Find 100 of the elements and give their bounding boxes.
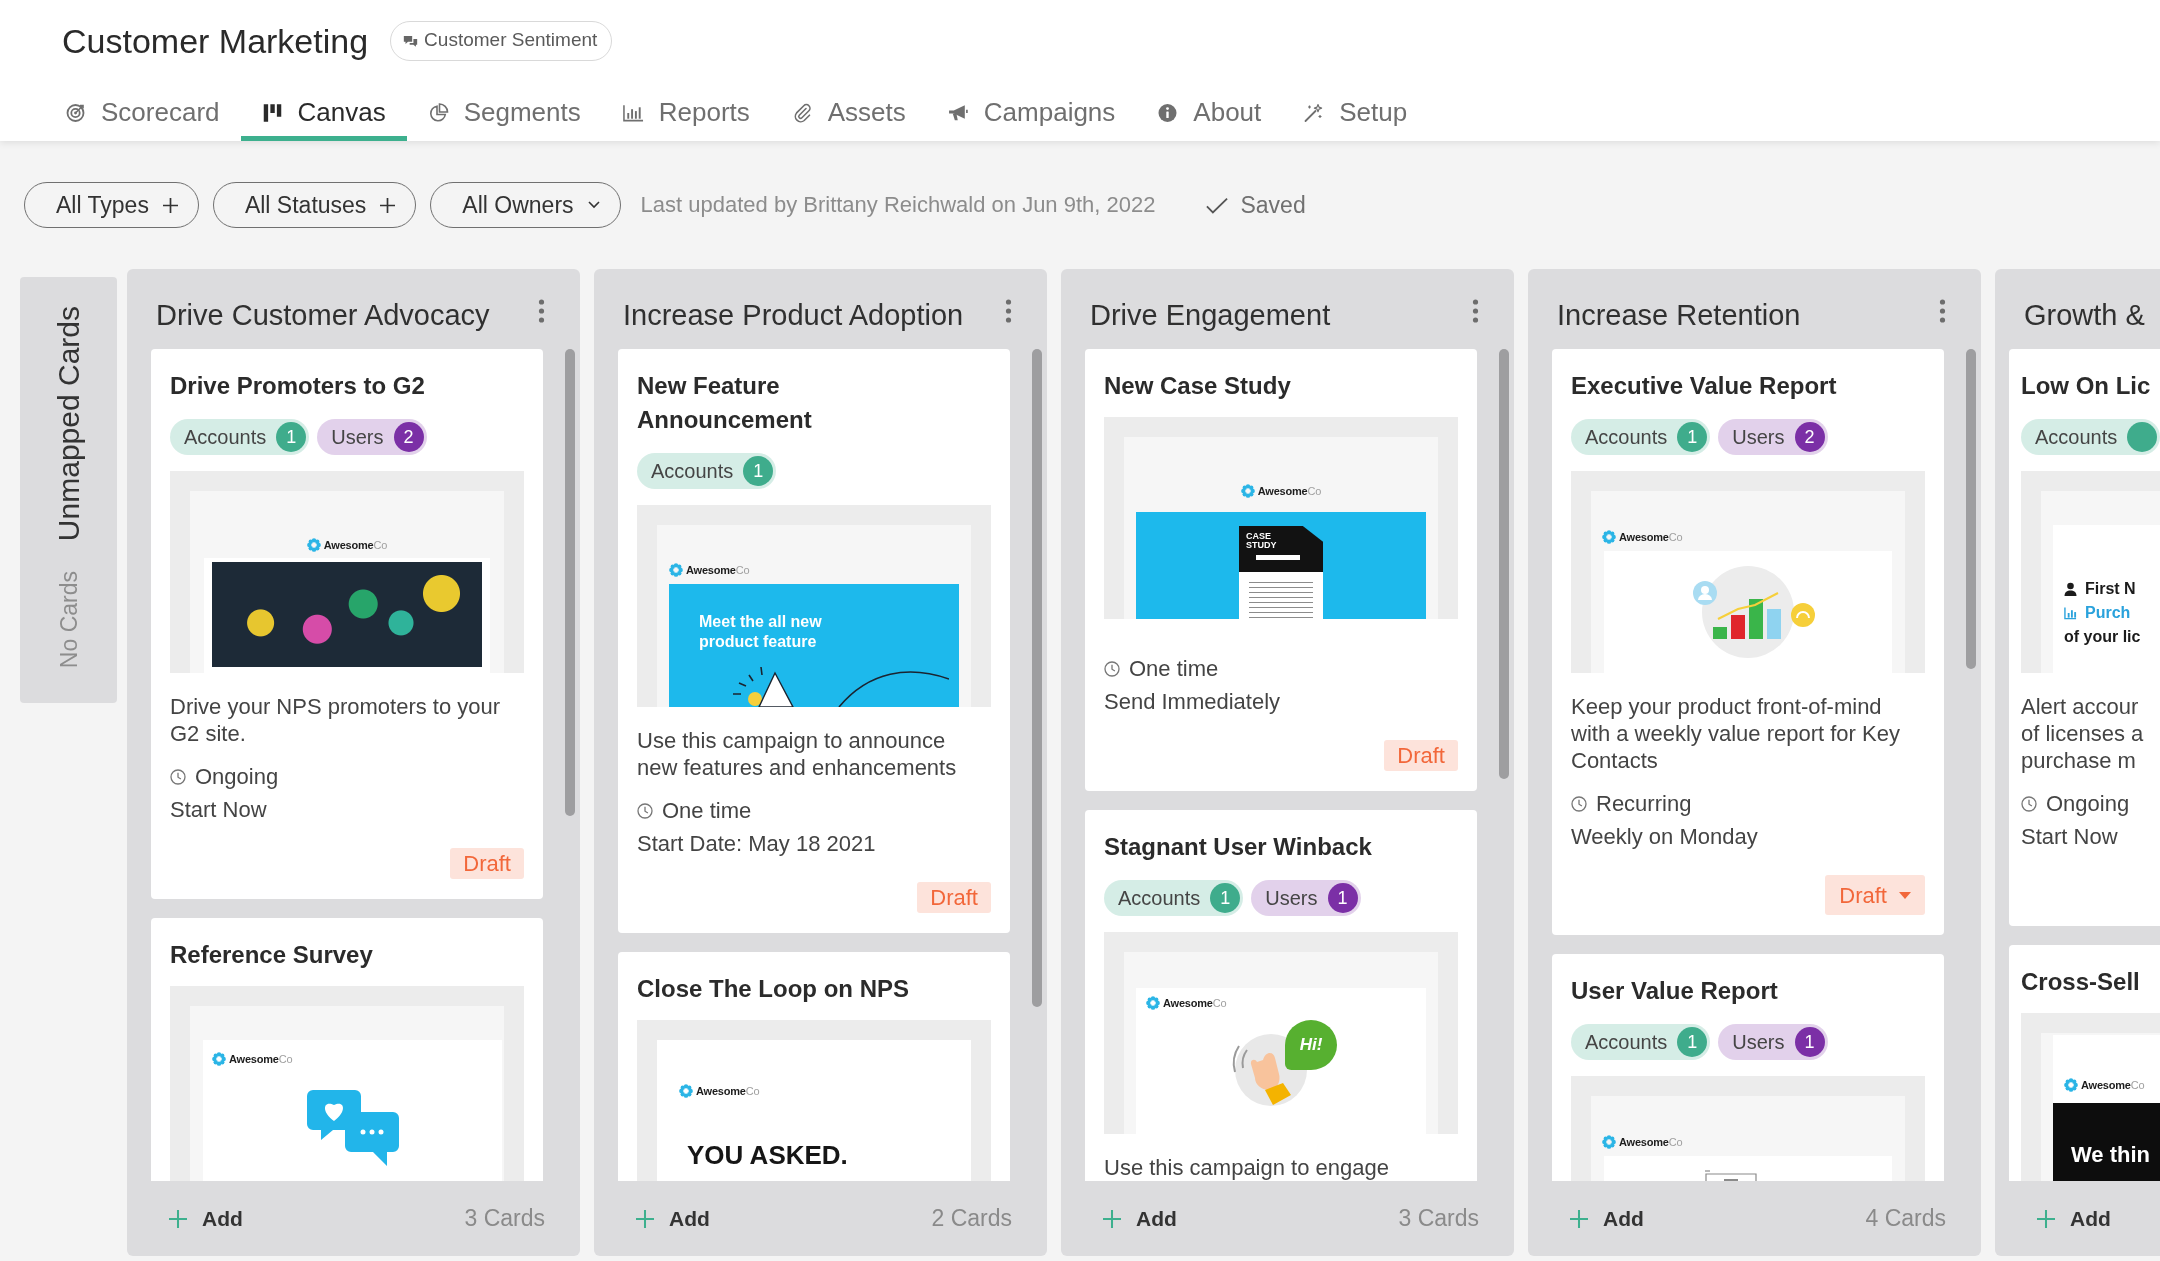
scrollbar-thumb[interactable]	[1966, 349, 1976, 669]
more-menu-icon[interactable]	[538, 299, 545, 323]
campaign-card[interactable]: Stagnant User Winback Accounts 1 Users 1 AwesomeCo Hi! Use this campaign to engage	[1085, 810, 1477, 1181]
campaign-card[interactable]: Reference Survey AwesomeCo	[151, 918, 543, 1181]
flower-icon	[679, 1084, 693, 1098]
clock-icon	[2021, 795, 2037, 812]
logo-text: AwesomeCo	[1163, 996, 1227, 1010]
count-badge: 1	[1677, 422, 1708, 452]
card-description: Keep your product front-of-mind with a weekly value report for Key Contacts	[1571, 693, 1901, 774]
tag-label: Accounts	[1118, 886, 1201, 911]
schedule-text: One time	[1129, 655, 1219, 683]
count-badge: 1	[743, 456, 774, 486]
add-button[interactable]: Add	[2037, 1202, 2111, 1235]
preview-text: First N	[2085, 579, 2136, 599]
save-status: Saved	[1240, 190, 1306, 220]
banner-headline: We thin	[2071, 1141, 2152, 1169]
nav-tab[interactable]: Canvas	[240, 84, 407, 141]
tag-label: Accounts	[1585, 425, 1668, 450]
timing-text: Weekly on Monday	[1571, 823, 1759, 851]
scrollbar-thumb[interactable]	[1032, 349, 1042, 1007]
plus-icon	[1103, 1209, 1121, 1228]
add-button[interactable]: Add	[1570, 1202, 1644, 1235]
status-badge: Draft	[1384, 740, 1458, 771]
card-count: 3 Cards	[464, 1204, 545, 1234]
card-title: Cross-Sell	[2021, 967, 2141, 997]
card-title: Drive Promoters to G2	[170, 371, 426, 401]
magic-wand-icon	[1303, 102, 1325, 123]
flower-icon	[1240, 484, 1255, 498]
count-badge: 1	[1210, 883, 1241, 913]
campaign-card[interactable]: Cross-Sell AwesomeCo We thin	[2009, 945, 2160, 1181]
nav-tab[interactable]: Scorecard	[44, 84, 241, 141]
chevron-down-icon	[587, 201, 600, 209]
plus-icon	[1570, 1209, 1588, 1228]
pie-chart-icon	[427, 102, 449, 123]
target-icon	[65, 102, 86, 123]
tag-label: Accounts	[184, 425, 267, 450]
bar-chart-icon	[622, 102, 644, 123]
count-badge: 2	[393, 422, 424, 452]
campaign-card[interactable]: New Case Study AwesomeCo CASE STUDY One time Send Immediately Draft	[1085, 349, 1477, 791]
add-button[interactable]: Add	[169, 1202, 243, 1235]
column-title: Growth &	[2024, 298, 2145, 333]
card-count: 3 Cards	[1398, 1204, 1479, 1234]
info-icon	[1157, 102, 1179, 123]
timing-text: Send Immediately	[1104, 688, 1282, 716]
nav-tab[interactable]: Segments	[406, 84, 602, 141]
tag-label: Users	[1732, 1030, 1785, 1055]
card-description: Drive your NPS promoters to your G2 site.	[170, 693, 502, 747]
document-label: CASE STUDY	[1246, 532, 1278, 550]
clock-icon	[1104, 660, 1120, 677]
chart-bar	[1749, 599, 1763, 639]
scrollbar-thumb[interactable]	[565, 349, 575, 816]
more-menu-icon[interactable]	[1005, 299, 1012, 323]
count-badge: 1	[1327, 883, 1358, 913]
flower-icon	[1146, 996, 1160, 1010]
campaign-card[interactable]: Close The Loop on NPS AwesomeCo YOU ASKED.	[618, 952, 1010, 1181]
caret-down-icon	[1899, 891, 1911, 899]
schedule-text: Recurring	[1596, 790, 1692, 818]
more-menu-icon[interactable]	[1472, 299, 1479, 323]
more-menu-icon[interactable]	[1939, 299, 1946, 323]
user-avatar-icon	[1693, 581, 1717, 605]
nav-tab[interactable]: About	[1136, 84, 1283, 141]
tag-label: Accounts	[651, 459, 734, 484]
bar-chart-icon	[2064, 606, 2077, 620]
topic-chip[interactable]: Customer Sentiment	[390, 20, 613, 61]
card-description: Use this campaign to announce new features and enhancements	[637, 727, 958, 781]
column-title: Drive Customer Advocacy	[156, 298, 490, 333]
nav-tab[interactable]: Assets	[770, 84, 927, 141]
card-title: Executive Value Report	[1571, 371, 1838, 401]
nav-tab[interactable]: Reports	[601, 84, 771, 141]
campaign-card[interactable]: Low On Lic Accounts First N Purch of your lic Alert accour of licenses a purchase m Ongoing Start Now	[2009, 349, 2160, 926]
plus-icon	[380, 197, 396, 213]
flower-icon	[669, 563, 683, 577]
tag-label: Accounts	[1585, 1030, 1668, 1055]
schedule-text: Ongoing	[195, 763, 279, 791]
nav-tab[interactable]: Setup	[1282, 84, 1429, 141]
campaign-card[interactable]: User Value Report Accounts 1 Users 1 AwesomeCo	[1552, 954, 1944, 1181]
campaign-card[interactable]: Executive Value Report Accounts 1 Users 2 AwesomeCo Keep your product front-of-mind with a weekly value report for Key Contacts Recurring Weekly on Monday Draft	[1552, 349, 1944, 935]
card-title: Reference Survey	[170, 940, 374, 970]
nav-tab[interactable]: Campaigns	[926, 84, 1137, 141]
clock-icon	[1571, 795, 1587, 812]
speech-bubble: Hi!	[1285, 1020, 1337, 1070]
last-updated-text: Last updated by Brittany Reichwald on Jun 9th, 2022	[640, 191, 1156, 219]
banner-headline: Meet the all new product feature	[699, 612, 823, 652]
page-title: Customer Marketing	[62, 20, 369, 62]
logo-text: AwesomeCo	[686, 563, 750, 577]
count-badge: 2	[1794, 422, 1825, 452]
card-title: Stagnant User Winback	[1104, 832, 1373, 862]
schedule-text: Ongoing	[2046, 790, 2130, 818]
campaign-card[interactable]: Drive Promoters to G2 Accounts 1 Users 2 AwesomeCo Drive your NPS promoters to your G2 site. Ongoing Start Now Draft	[151, 349, 543, 899]
count-badge: 1	[1794, 1027, 1825, 1057]
add-button[interactable]: Add	[636, 1202, 710, 1235]
add-button[interactable]: Add	[1103, 1202, 1177, 1235]
logo-text: AwesomeCo	[323, 538, 388, 552]
scrollbar-thumb[interactable]	[1499, 349, 1509, 779]
plus-icon	[162, 197, 178, 213]
headline-text: YOU ASKED.	[687, 1140, 849, 1170]
column-title: Drive Engagement	[1090, 298, 1331, 333]
logo-text: AwesomeCo	[696, 1084, 760, 1098]
campaign-card[interactable]: New Feature Announcement Accounts 1 AwesomeCo Meet the all new product feature Use this campaign to announce new features and enhancements One time Start Date: May 18 2021 Draft	[618, 349, 1010, 933]
plus-icon	[2037, 1209, 2055, 1228]
